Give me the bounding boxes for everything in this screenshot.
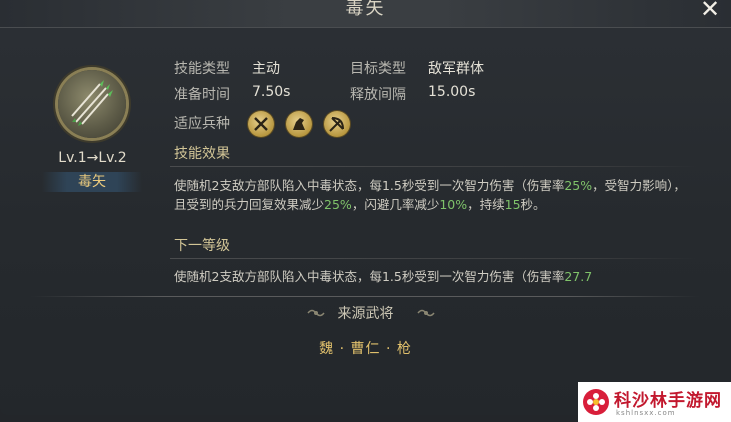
prep-time-label: 准备时间 (174, 87, 230, 103)
skill-detail-dialog: 毒矢 ✕ Lv.1→Lv.2 毒矢 技能类型 主动 目标类型 敌军群体 准备时间 (0, 0, 731, 415)
close-icon[interactable]: ✕ (697, 0, 723, 22)
skill-level: Lv.1→Lv.2 (58, 150, 127, 166)
prep-time-value: 7.50s (252, 84, 291, 100)
source-general[interactable]: 魏 · 曹仁 · 枪 (0, 338, 731, 358)
watermark-logo-icon (583, 389, 609, 415)
dialog-titlebar: 毒矢 ✕ (0, 0, 731, 28)
effect-separator (170, 166, 700, 167)
infantry-icon (248, 111, 274, 137)
skill-type-value: 主动 (252, 61, 280, 77)
next-level-description[interactable]: 使随机2支敌方部队陷入中毒状态，每1.5秒受到一次智力伤害（伤害率27.7 (174, 267, 696, 289)
watermark-text: 科沙林手游网 (614, 391, 722, 411)
target-type-value: 敌军群体 (428, 61, 484, 77)
source-general-title: 来源武将 (337, 306, 394, 322)
watermark: 科沙林手游网 kshlnsxx.com (578, 382, 731, 422)
cavalry-icon (286, 111, 312, 137)
source-divider (30, 296, 700, 297)
ornament-right-icon (417, 309, 435, 317)
dialog-title: 毒矢 (345, 0, 386, 19)
next-level-title: 下一等级 (174, 238, 230, 254)
cast-interval-label: 释放间隔 (350, 87, 406, 103)
poison-arrow-icon (58, 70, 126, 138)
cast-interval-value: 15.00s (428, 84, 476, 100)
skill-type-label: 技能类型 (174, 61, 230, 77)
skill-name: 毒矢 (42, 172, 142, 192)
effect-section-title: 技能效果 (174, 146, 230, 162)
troop-type-label: 适应兵种 (174, 116, 230, 132)
next-level-separator (170, 258, 700, 259)
watermark-subtext: kshlnsxx.com (616, 409, 676, 417)
archer-icon (324, 111, 350, 137)
effect-description: 使随机2支敌方部队陷入中毒状态，每1.5秒受到一次智力伤害（伤害率25%，受智力… (174, 178, 686, 212)
target-type-label: 目标类型 (350, 61, 406, 77)
